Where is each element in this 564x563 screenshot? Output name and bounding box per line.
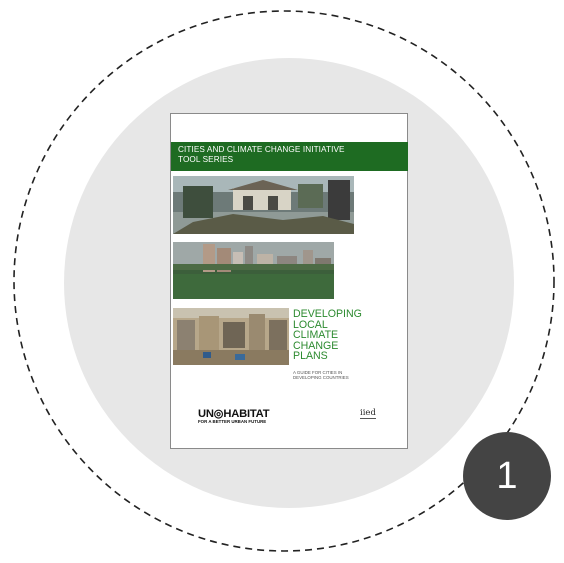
document-cover: CITIES AND CLIMATE CHANGE INITIATIVE TOO… [170,113,408,449]
lake-city-photo [173,242,334,299]
document-title: DEVELOPING LOCAL CLIMATE CHANGE PLANS [293,309,362,362]
document-subtitle: A GUIDE FOR CITIES IN DEVELOPING COUNTRI… [293,370,349,380]
step-number-badge: 1 [463,432,551,520]
series-banner: CITIES AND CLIMATE CHANGE INITIATIVE TOO… [171,142,408,171]
subtitle-line: DEVELOPING COUNTRIES [293,375,349,380]
step-number: 1 [496,454,518,497]
title-line: CLIMATE [293,329,339,341]
series-subtitle: TOOL SERIES [178,154,234,164]
title-line: DEVELOPING [293,308,362,320]
title-line: PLANS [293,350,328,362]
iied-logo: iied [360,408,376,419]
series-title: CITIES AND CLIMATE CHANGE INITIATIVE [178,145,345,154]
un-habitat-tagline: FOR A BETTER URBAN FUTURE [198,419,267,424]
flood-photo [173,176,354,234]
construction-site-photo [173,308,289,365]
